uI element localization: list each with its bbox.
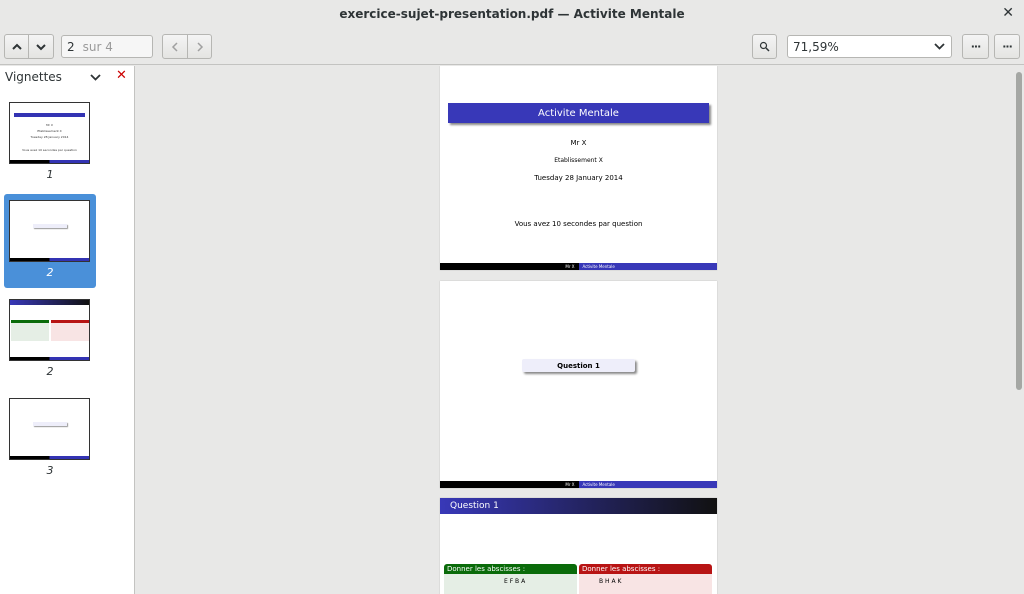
slide-footer: Mr X Activite Mentale (440, 481, 717, 488)
document-view[interactable]: Activite Mentale Mr X Etablissement X Tu… (136, 66, 1014, 594)
thumbnail-image (9, 299, 90, 361)
thumbnail-image: Mr X Etablissement X Tuesday 28 January … (9, 102, 90, 164)
chevron-left-icon (171, 41, 178, 52)
thumbnail-item[interactable]: Mr X Etablissement X Tuesday 28 January … (4, 96, 96, 190)
title-bar: exercice-sujet-presentation.pdf — Activi… (0, 0, 1024, 28)
vertical-scrollbar[interactable] (1014, 66, 1024, 594)
close-sidebar-icon[interactable]: ✕ (116, 68, 127, 83)
thumbnail-label: 2 (46, 266, 54, 279)
chevron-right-icon (196, 41, 203, 52)
pdf-page: Activite Mentale Mr X Etablissement X Tu… (440, 66, 717, 270)
block-body: E F B A (444, 574, 577, 594)
history-forward-button[interactable] (188, 34, 212, 59)
page-number-entry[interactable]: 2 sur 4 (61, 35, 153, 58)
pdf-page: Question 1 Mr X Activite Mentale (440, 281, 717, 488)
close-icon[interactable]: ✕ (1002, 5, 1014, 21)
toolbar: 2 sur 4 71,59% ··· ··· (0, 28, 1024, 65)
thumbnail-label: 3 (46, 464, 54, 477)
more-icon: ··· (970, 40, 982, 53)
thumbnail-image (9, 398, 90, 460)
chevron-down-icon (934, 43, 945, 50)
block-body: B H A K (579, 574, 712, 594)
previous-page-button[interactable] (4, 34, 29, 59)
slide-note: Vous avez 10 secondes par question (514, 220, 643, 228)
exercise-block-right: Donner les abscisses : B H A K (579, 564, 712, 594)
footer-author: Mr X (440, 481, 579, 488)
slide-institution: Etablissement X (554, 157, 603, 164)
slide-date: Tuesday 28 January 2014 (534, 174, 623, 182)
frame-title: Question 1 (440, 498, 717, 514)
thumbnail-image (9, 200, 90, 262)
chevron-up-icon (11, 43, 22, 50)
block-title: Donner les abscisses : (579, 564, 712, 574)
slide-author: Mr X (570, 139, 587, 147)
footer-title: Activite Mentale (578, 481, 717, 488)
history-back-button[interactable] (162, 34, 188, 59)
footer-title: Activite Mentale (578, 263, 717, 270)
thumbnail-label: 2 (46, 365, 54, 378)
page-current: 2 (67, 39, 75, 54)
zoom-value: 71,59% (793, 39, 839, 54)
chevron-down-icon[interactable] (90, 70, 101, 84)
footer-author: Mr X (440, 263, 579, 270)
block-title: Donner les abscisses : (444, 564, 577, 574)
slide-title: Activite Mentale (448, 103, 709, 123)
zoom-select[interactable]: 71,59% (787, 35, 952, 58)
sidebar: Vignettes ✕ Mr X Etablissement X Tuesday… (0, 66, 135, 594)
thumbnail-item[interactable]: 2 (4, 293, 96, 387)
thumbnail-item[interactable]: 2 (4, 194, 96, 288)
window-title: exercice-sujet-presentation.pdf — Activi… (339, 7, 685, 21)
chevron-down-icon (36, 43, 46, 50)
question-box: Question 1 (522, 359, 635, 372)
thumbnail-item[interactable]: 3 (4, 392, 96, 486)
scrollbar-thumb[interactable] (1016, 72, 1022, 390)
view-menu-button[interactable]: ··· (962, 34, 989, 59)
exercise-block-left: Donner les abscisses : E F B A (444, 564, 577, 594)
page-total: sur 4 (82, 39, 113, 54)
search-icon (759, 41, 770, 52)
app-menu-button[interactable]: ··· (994, 34, 1020, 59)
pdf-page: Question 1 Donner les abscisses : E F B … (440, 498, 717, 594)
sidebar-mode-label: Vignettes (5, 70, 62, 84)
find-button[interactable] (752, 34, 777, 59)
slide-footer: Mr X Activite Mentale (440, 263, 717, 270)
more-icon: ··· (1002, 40, 1013, 53)
next-page-button[interactable] (29, 34, 54, 59)
sidebar-header[interactable]: Vignettes ✕ (0, 66, 134, 88)
thumbnail-label: 1 (46, 168, 54, 181)
